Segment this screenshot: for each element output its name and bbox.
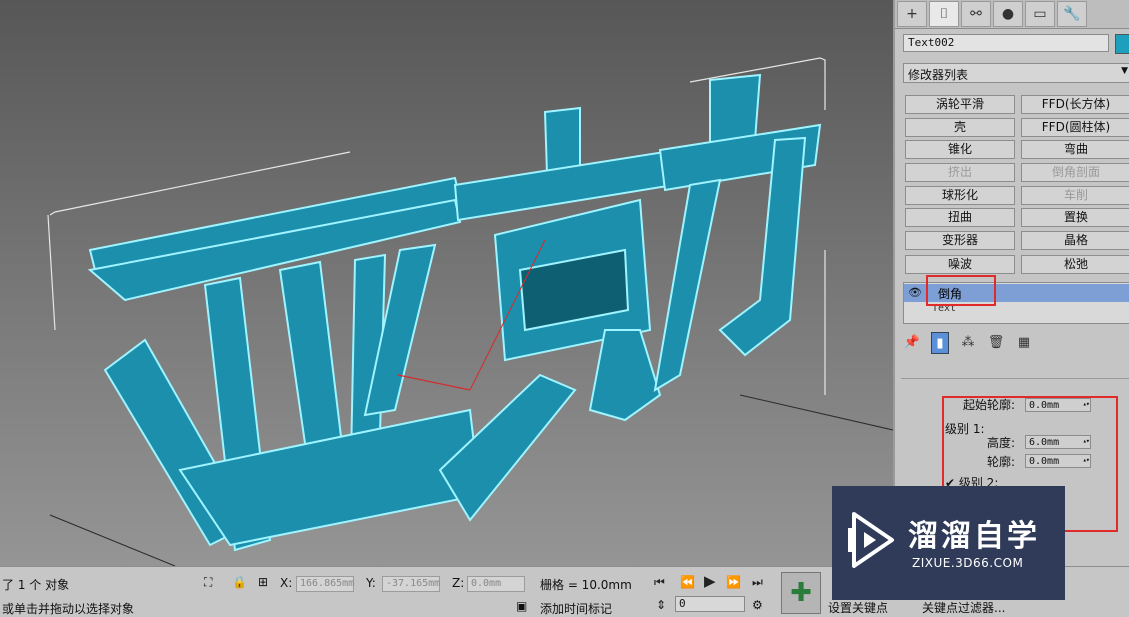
y-coordinate-field[interactable]: -37.165mm xyxy=(382,576,440,592)
beveled-text-model[interactable] xyxy=(0,0,893,566)
modifier-turbosmooth-button[interactable]: 涡轮平滑 xyxy=(905,95,1015,114)
modifier-twist-button[interactable]: 扭曲 xyxy=(905,208,1015,227)
next-frame-icon[interactable]: ⏩ xyxy=(726,575,741,589)
modifier-noise-button[interactable]: 噪波 xyxy=(905,255,1015,274)
z-coordinate-field[interactable]: 0.0mm xyxy=(467,576,525,592)
play-logo-icon xyxy=(848,512,894,568)
letter-ke xyxy=(438,106,694,522)
make-unique-icon[interactable]: ⁂ xyxy=(959,332,977,352)
prev-frame-icon[interactable]: ⏪ xyxy=(680,575,695,589)
modifier-shell-button[interactable]: 壳 xyxy=(905,118,1015,137)
prompt-line: 或单击并拖动以选择对象 xyxy=(2,602,135,616)
time-config-icon[interactable]: ⚙ xyxy=(752,598,763,612)
show-end-result-icon[interactable]: ▮ xyxy=(931,332,949,354)
eye-icon[interactable]: 👁 xyxy=(908,286,922,299)
letter-li xyxy=(653,73,822,392)
object-name-field[interactable]: Text002 xyxy=(903,34,1109,52)
hierarchy-icon[interactable]: ⚯ xyxy=(961,1,991,27)
play-icon[interactable]: ▶ xyxy=(704,572,716,590)
modifier-bevel-profile-button[interactable]: 倒角剖面 xyxy=(1021,163,1129,182)
y-label: Y: xyxy=(366,576,376,590)
modifier-list-dropdown[interactable]: 修改器列表 ▼ xyxy=(903,63,1129,83)
watermark: 溜溜自学 ZIXUE.3D66.COM xyxy=(832,486,1065,600)
display-icon[interactable]: ▭ xyxy=(1025,1,1055,27)
modifier-spherify-button[interactable]: 球形化 xyxy=(905,186,1015,205)
x-label: X: xyxy=(280,576,293,590)
watermark-title: 溜溜自学 xyxy=(908,519,1040,554)
x-coordinate-field[interactable]: 166.865mm xyxy=(296,576,354,592)
time-tag-icon[interactable]: ▣ xyxy=(516,599,527,613)
current-frame-field[interactable]: 0 xyxy=(675,596,745,612)
perspective-viewport[interactable] xyxy=(0,0,893,566)
command-panel-tabs: + ⌷ ⚯ ● ▭ 🔧 xyxy=(895,0,1129,29)
remove-modifier-icon[interactable]: 🗑 xyxy=(987,332,1005,352)
modifier-list-label: 修改器列表 xyxy=(908,68,969,82)
modifier-lathe-button[interactable]: 车削 xyxy=(1021,186,1129,205)
pin-stack-icon[interactable]: 📌 xyxy=(903,332,921,352)
modifier-bend-button[interactable]: 弯曲 xyxy=(1021,140,1129,159)
modifier-ffd-box-button[interactable]: FFD(长方体) xyxy=(1021,95,1129,114)
goto-start-icon[interactable]: ⏮ xyxy=(654,575,665,590)
modify-icon[interactable]: ⌷ xyxy=(929,1,959,27)
motion-icon[interactable]: ● xyxy=(993,1,1023,27)
modifier-displace-button[interactable]: 置换 xyxy=(1021,208,1129,227)
absolute-mode-icon[interactable]: ⊞ xyxy=(258,575,268,589)
highlight-box-stack xyxy=(926,275,996,306)
isolate-icon[interactable]: ⛶ xyxy=(204,575,212,590)
goto-end-icon[interactable]: ⏭ xyxy=(752,575,763,590)
object-color-swatch[interactable] xyxy=(1115,34,1129,54)
modifier-lattice-button[interactable]: 晶格 xyxy=(1021,231,1129,250)
letter-ya xyxy=(87,176,482,552)
modifier-morpher-button[interactable]: 变形器 xyxy=(905,231,1015,250)
utilities-icon[interactable]: 🔧 xyxy=(1057,1,1087,27)
modifier-relax-button[interactable]: 松弛 xyxy=(1021,255,1129,274)
set-key-button[interactable]: 设置关键点 xyxy=(828,599,888,616)
command-panel: + ⌷ ⚯ ● ▭ 🔧 Text002 修改器列表 ▼ 涡轮平滑 FFD(长方体… xyxy=(893,0,1129,566)
chevron-down-icon: ▼ xyxy=(1121,66,1128,76)
modifier-taper-button[interactable]: 锥化 xyxy=(905,140,1015,159)
stack-tools: 📌 ▮ ⁂ 🗑 ▦ xyxy=(903,332,1033,354)
lock-icon[interactable]: 🔒 xyxy=(232,575,247,589)
add-time-tag-button[interactable]: 添加时间标记 xyxy=(540,600,612,617)
key-mode-icon[interactable]: ⇕ xyxy=(656,598,666,612)
z-label: Z: xyxy=(452,576,465,590)
set-key-icon[interactable]: ✚ xyxy=(781,572,821,614)
watermark-url: ZIXUE.3D66.COM xyxy=(912,556,1024,570)
key-filters-button[interactable]: 关键点过滤器... xyxy=(922,599,1005,616)
configure-sets-icon[interactable]: ▦ xyxy=(1015,332,1033,352)
grid-size: 栅格 = 10.0mm xyxy=(540,578,632,592)
modifier-ffd-cyl-button[interactable]: FFD(圆柱体) xyxy=(1021,118,1129,137)
modifier-extrude-button[interactable]: 挤出 xyxy=(905,163,1015,182)
selection-count: 了 1 个 对象 xyxy=(2,578,70,592)
create-icon[interactable]: + xyxy=(897,1,927,27)
